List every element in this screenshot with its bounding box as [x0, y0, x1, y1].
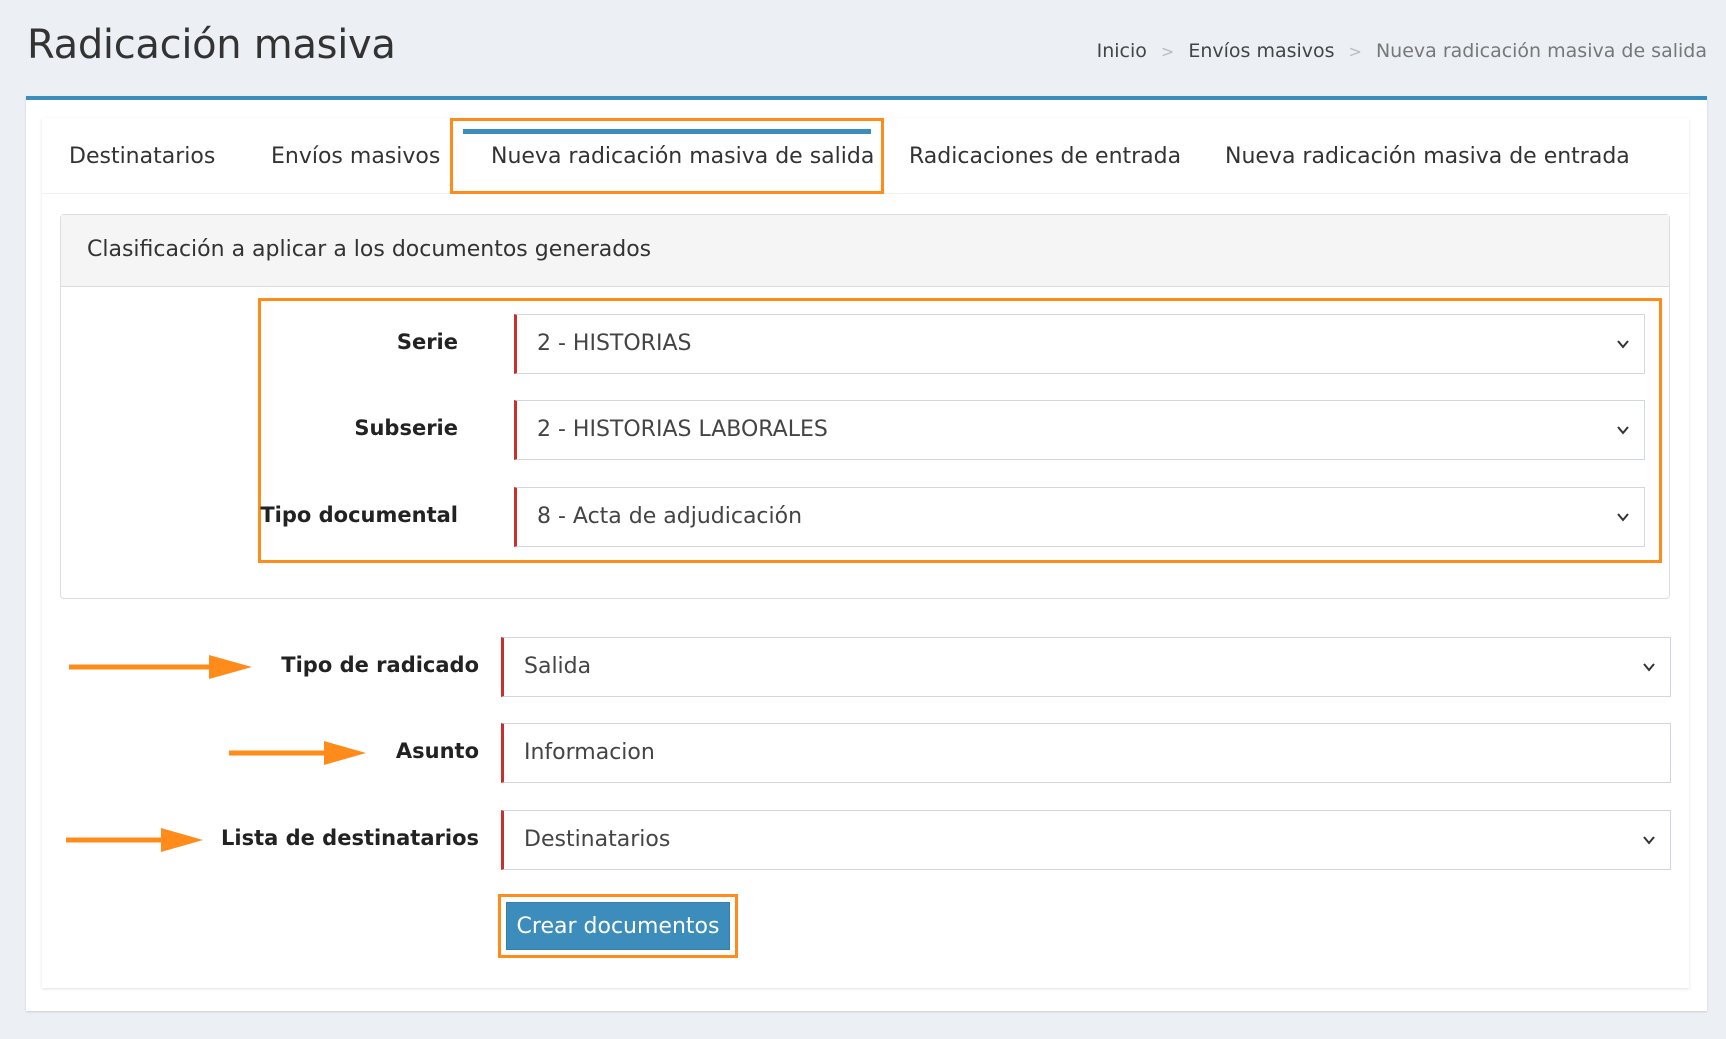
- lista-destinatarios-row: Lista de destinatarios Destinatarios: [42, 810, 1689, 870]
- main-box: Destinatarios Envíos masivos Nueva radic…: [26, 96, 1707, 1011]
- tab-nueva-radicacion-entrada[interactable]: Nueva radicación masiva de entrada: [1225, 144, 1630, 169]
- clasificacion-panel: Clasificación a aplicar a los documentos…: [60, 214, 1670, 599]
- tipo-documental-value: 8 - Acta de adjudicación: [537, 504, 803, 529]
- panel-heading: Clasificación a aplicar a los documentos…: [61, 215, 1669, 287]
- tab-bar: Destinatarios Envíos masivos Nueva radic…: [42, 118, 1689, 194]
- submit-highlight: Crear documentos: [498, 894, 738, 958]
- page-title: Radicación masiva: [27, 22, 396, 68]
- tipo-radicado-value: Salida: [524, 654, 592, 679]
- chevron-down-icon: [1643, 663, 1655, 672]
- tab-nueva-radicacion-salida[interactable]: Nueva radicación masiva de salida: [450, 118, 884, 194]
- chevron-down-icon: [1617, 513, 1629, 522]
- subserie-row: Subserie 2 - HISTORIAS LABORALES: [61, 400, 1669, 460]
- breadcrumb-home[interactable]: Inicio: [1097, 40, 1147, 62]
- breadcrumb: Inicio > Envíos masivos > Nueva radicaci…: [1097, 40, 1707, 62]
- tab-label: Nueva radicación masiva de salida: [491, 144, 875, 169]
- lista-destinatarios-value: Destinatarios: [524, 827, 671, 852]
- breadcrumb-current: Nueva radicación masiva de salida: [1375, 40, 1707, 62]
- breadcrumb-separator: >: [1160, 41, 1175, 61]
- lista-destinatarios-label: Lista de destinatarios: [220, 826, 479, 850]
- tab-envios-masivos[interactable]: Envíos masivos: [271, 144, 440, 169]
- arrow-right-icon: [69, 655, 252, 679]
- tipo-radicado-select[interactable]: Salida: [501, 637, 1671, 697]
- arrow-right-icon: [229, 741, 366, 765]
- arrow-right-icon: [66, 828, 203, 852]
- subserie-label: Subserie: [354, 416, 458, 440]
- asunto-row: Asunto Informacion: [42, 723, 1689, 783]
- subserie-select[interactable]: 2 - HISTORIAS LABORALES: [514, 400, 1645, 460]
- breadcrumb-envios-masivos[interactable]: Envíos masivos: [1188, 40, 1334, 62]
- chevron-down-icon: [1617, 426, 1629, 435]
- tipo-documental-label: Tipo documental: [260, 503, 458, 527]
- serie-select[interactable]: 2 - HISTORIAS: [514, 314, 1645, 374]
- tipo-documental-row: Tipo documental 8 - Acta de adjudicación: [61, 487, 1669, 547]
- lista-destinatarios-select[interactable]: Destinatarios: [501, 810, 1671, 870]
- serie-value: 2 - HISTORIAS: [537, 331, 692, 356]
- tab-radicaciones-entrada[interactable]: Radicaciones de entrada: [909, 144, 1181, 169]
- asunto-value: Informacion: [524, 740, 655, 765]
- serie-row: Serie 2 - HISTORIAS: [61, 314, 1669, 374]
- serie-label: Serie: [396, 330, 458, 354]
- tipo-radicado-row: Tipo de radicado Salida: [42, 637, 1689, 697]
- crear-documentos-button[interactable]: Crear documentos: [506, 902, 730, 950]
- tipo-documental-select[interactable]: 8 - Acta de adjudicación: [514, 487, 1645, 547]
- tipo-radicado-label: Tipo de radicado: [281, 653, 479, 677]
- chevron-down-icon: [1617, 340, 1629, 349]
- asunto-label: Asunto: [395, 739, 479, 763]
- chevron-down-icon: [1643, 836, 1655, 845]
- breadcrumb-separator: >: [1348, 41, 1362, 61]
- asunto-input[interactable]: Informacion: [501, 723, 1671, 783]
- active-tab-indicator: [463, 129, 871, 134]
- subserie-value: 2 - HISTORIAS LABORALES: [537, 417, 828, 442]
- tab-destinatarios[interactable]: Destinatarios: [69, 144, 215, 169]
- tabs-card: Destinatarios Envíos masivos Nueva radic…: [42, 118, 1689, 988]
